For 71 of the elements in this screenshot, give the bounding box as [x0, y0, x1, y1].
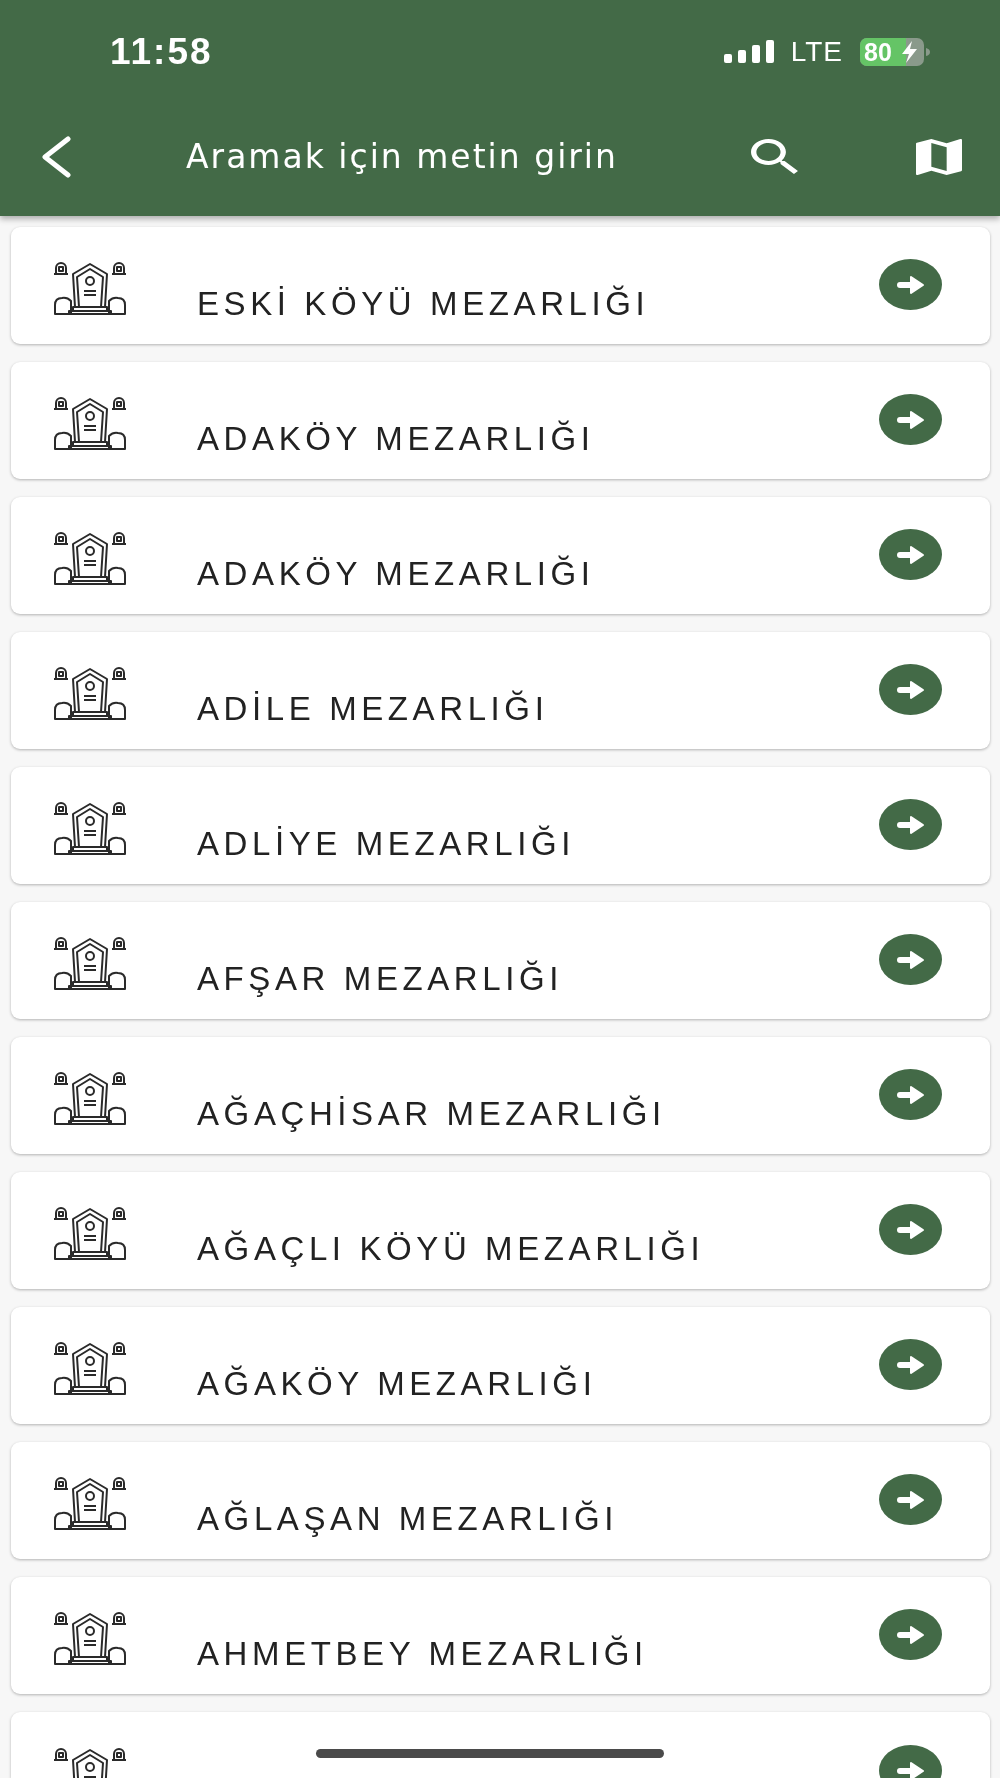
list-card[interactable]: ADAKÖY MEZARLIĞI: [11, 362, 990, 479]
list-item-title: AĞAÇLI KÖYÜ MEZARLIĞI: [197, 1229, 706, 1269]
go-button[interactable]: [879, 1339, 942, 1390]
list-card[interactable]: AĞAKÖY MEZARLIĞI: [11, 1307, 990, 1424]
back-icon: [40, 135, 72, 178]
search-hint-title: Aramak için metin girin: [186, 135, 619, 178]
go-button[interactable]: [879, 664, 942, 715]
search-button[interactable]: [751, 139, 798, 174]
go-button[interactable]: [879, 1745, 942, 1778]
arrow-right-icon: [897, 816, 924, 834]
back-button[interactable]: [40, 135, 72, 178]
go-button[interactable]: [879, 1204, 942, 1255]
go-button[interactable]: [879, 799, 942, 850]
list-card[interactable]: ADİLE MEZARLIĞI: [11, 632, 990, 749]
gravestone-icon: [53, 665, 127, 721]
clock-time: 11:58: [110, 31, 213, 72]
map-icon: [916, 138, 962, 175]
arrow-right-icon: [897, 1086, 924, 1104]
arrow-right-icon: [897, 681, 924, 699]
list-item-title: ADİLE MEZARLIĞI: [197, 689, 550, 729]
go-button[interactable]: [879, 1069, 942, 1120]
list-item-title: AHMETBEY MEZARLIĞI: [197, 1634, 649, 1674]
list-card[interactable]: ADLİYE MEZARLIĞI: [11, 767, 990, 884]
list-item-title: AFŞAR MEZARLIĞI: [197, 959, 565, 999]
list-item-title: ADAKÖY MEZARLIĞI: [197, 554, 596, 594]
gravestone-icon: [53, 1475, 127, 1531]
arrow-right-icon: [897, 1491, 924, 1509]
gravestone-icon: [53, 1070, 127, 1126]
list-card[interactable]: AĞLAŞAN MEZARLIĞI: [11, 1442, 990, 1559]
list-card[interactable]: [11, 1712, 990, 1778]
search-icon: [751, 139, 798, 174]
arrow-right-icon: [897, 411, 924, 429]
list-card[interactable]: AĞAÇHİSAR MEZARLIĞI: [11, 1037, 990, 1154]
arrow-right-icon: [897, 546, 924, 564]
list-item-title: ESKİ KÖYÜ MEZARLIĞI: [197, 284, 651, 324]
go-button[interactable]: [879, 259, 942, 310]
signal-icon: [723, 40, 774, 63]
gravestone-icon: [53, 800, 127, 856]
list-card[interactable]: AHMETBEY MEZARLIĞI: [11, 1577, 990, 1694]
gravestone-icon: [53, 1340, 127, 1396]
arrow-right-icon: [897, 276, 924, 294]
list-card[interactable]: ESKİ KÖYÜ MEZARLIĞI: [11, 227, 990, 344]
gravestone-icon: [53, 1610, 127, 1666]
list-card[interactable]: ADAKÖY MEZARLIĞI: [11, 497, 990, 614]
network-type: LTE: [790, 36, 843, 67]
battery-percent: 80: [864, 37, 892, 66]
gravestone-icon: [53, 260, 127, 316]
arrow-right-icon: [897, 1762, 924, 1778]
go-button[interactable]: [879, 1609, 942, 1660]
battery-icon: [860, 37, 930, 66]
map-button[interactable]: [916, 138, 962, 175]
gravestone-icon: [53, 530, 127, 586]
arrow-right-icon: [897, 1626, 924, 1644]
list-card[interactable]: AĞAÇLI KÖYÜ MEZARLIĞI: [11, 1172, 990, 1289]
gravestone-icon: [53, 1746, 127, 1778]
list-item-title: AĞAÇHİSAR MEZARLIĞI: [197, 1094, 667, 1134]
arrow-right-icon: [897, 1356, 924, 1374]
arrow-right-icon: [897, 951, 924, 969]
list-item-title: AĞAKÖY MEZARLIĞI: [197, 1364, 598, 1404]
go-button[interactable]: [879, 529, 942, 580]
gravestone-icon: [53, 935, 127, 991]
go-button[interactable]: [879, 934, 942, 985]
arrow-right-icon: [897, 1221, 924, 1239]
go-button[interactable]: [879, 394, 942, 445]
list-item-title: ADLİYE MEZARLIĞI: [197, 824, 576, 864]
list-item-title: AĞLAŞAN MEZARLIĞI: [197, 1499, 620, 1539]
gravestone-icon: [53, 1205, 127, 1261]
go-button[interactable]: [879, 1474, 942, 1525]
list-card[interactable]: AFŞAR MEZARLIĞI: [11, 902, 990, 1019]
gravestone-icon: [53, 395, 127, 451]
list-item-title: ADAKÖY MEZARLIĞI: [197, 419, 596, 459]
